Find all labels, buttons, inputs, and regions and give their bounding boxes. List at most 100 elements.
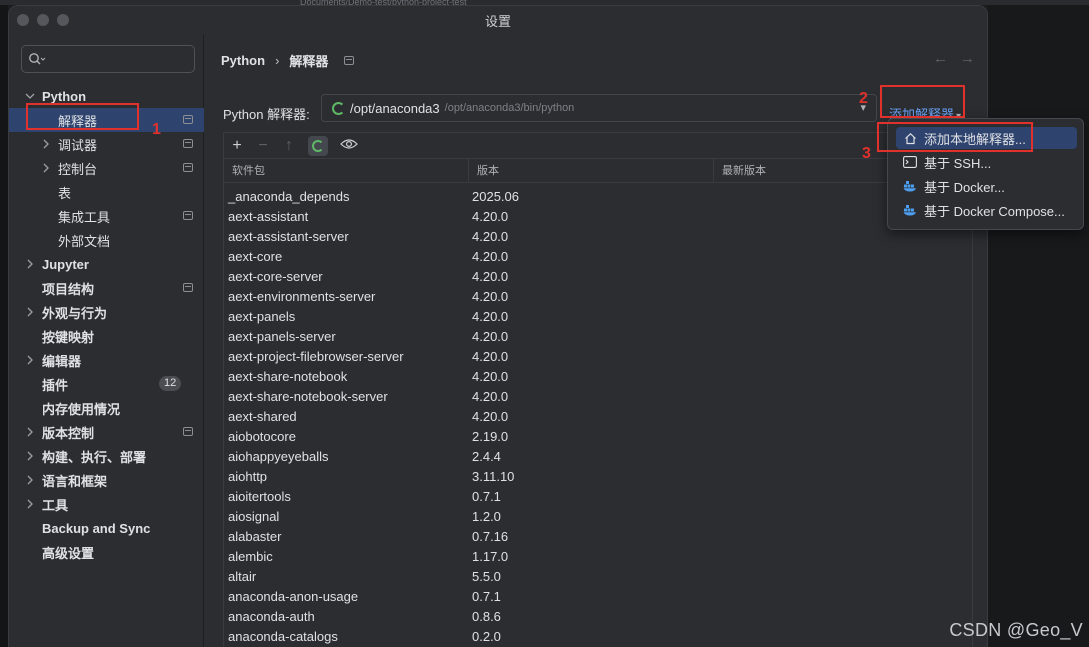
package-version: 0.7.16: [472, 529, 509, 544]
table-row[interactable]: anaconda-anon-usage 0.7.1: [224, 587, 972, 607]
package-version: 4.20.0: [472, 349, 509, 364]
table-row[interactable]: _anaconda_depends 2025.06: [224, 187, 972, 207]
refresh-spinner-icon[interactable]: [308, 135, 328, 156]
package-version: 4.20.0: [472, 409, 509, 424]
nav-label: 外部文档: [58, 233, 111, 249]
add-package-icon[interactable]: +: [230, 137, 244, 154]
breadcrumb: Python › 解释器: [221, 51, 355, 70]
packages-table-body: _anaconda_depends 2025.06 aext-assistant 4.…: [224, 183, 972, 647]
chevron-right-icon[interactable]: [24, 426, 36, 438]
column-version[interactable]: 版本: [469, 159, 714, 182]
nav-label: 按键映射: [42, 329, 95, 345]
table-row[interactable]: aioitertools 0.7.1: [224, 487, 972, 507]
annotation-box-interpreter: [26, 103, 139, 130]
remove-package-icon[interactable]: −: [256, 137, 270, 154]
table-row[interactable]: aext-share-notebook-server 4.20.0: [224, 387, 972, 407]
package-version: 4.20.0: [472, 329, 509, 344]
chevron-right-icon[interactable]: [24, 498, 36, 510]
plugins-count-badge: 12: [159, 376, 182, 391]
chevron-right-icon[interactable]: [24, 450, 36, 462]
nav-memory-usage[interactable]: 内存使用情况: [9, 396, 204, 420]
menu-item-docker-compose[interactable]: 基于 Docker Compose...: [896, 199, 1077, 221]
table-row[interactable]: aext-assistant 4.20.0: [224, 207, 972, 227]
terminal-icon: [902, 154, 918, 170]
package-version: 1.17.0: [472, 549, 509, 564]
chevron-right-icon[interactable]: [24, 474, 36, 486]
table-row[interactable]: anaconda-catalogs 0.2.0: [224, 627, 972, 647]
nav-keymap[interactable]: 按键映射: [9, 324, 204, 348]
nav-project-structure[interactable]: 项目结构: [9, 276, 204, 300]
nav-tables[interactable]: 表: [9, 180, 204, 204]
project-scope-icon: [183, 139, 193, 148]
breadcrumb-current: 解释器: [289, 54, 329, 69]
table-row[interactable]: aext-panels-server 4.20.0: [224, 327, 972, 347]
breadcrumb-parent[interactable]: Python: [221, 53, 265, 68]
table-row[interactable]: altair 5.5.0: [224, 567, 972, 587]
nav-console[interactable]: 控制台: [9, 156, 204, 180]
chevron-right-icon[interactable]: [40, 138, 52, 150]
menu-item-ssh[interactable]: 基于 SSH...: [896, 151, 1077, 173]
show-early-releases-eye-icon[interactable]: [340, 137, 358, 154]
menu-item-label: 基于 Docker...: [924, 179, 1005, 195]
packages-table-header: 软件包 版本 最新版本: [224, 159, 972, 183]
package-name: aiohappyeyeballs: [228, 449, 329, 464]
table-row[interactable]: aext-shared 4.20.0: [224, 407, 972, 427]
history-nav: ← →: [933, 50, 975, 67]
settings-main-panel: Python › 解释器 ← → Python 解释器: /opt/anacon…: [205, 34, 987, 647]
chevron-down-icon[interactable]: [24, 90, 36, 102]
annotation-number-1: 1: [152, 121, 161, 138]
table-row[interactable]: aext-assistant-server 4.20.0: [224, 227, 972, 247]
zoom-window-button[interactable]: [57, 14, 69, 26]
nav-version-control[interactable]: 版本控制: [9, 420, 204, 444]
table-row[interactable]: aiosignal 1.2.0: [224, 507, 972, 527]
table-row[interactable]: aiobotocore 2.19.0: [224, 427, 972, 447]
chevron-right-icon[interactable]: [40, 162, 52, 174]
window-title: 设置: [484, 13, 511, 29]
nav-appearance[interactable]: 外观与行为: [9, 300, 204, 324]
nav-editor[interactable]: 编辑器: [9, 348, 204, 372]
table-row[interactable]: aext-core-server 4.20.0: [224, 267, 972, 287]
nav-languages-frameworks[interactable]: 语言和框架: [9, 468, 204, 492]
chevron-right-icon[interactable]: [24, 306, 36, 318]
package-name: alabaster: [228, 529, 282, 544]
package-version: 3.11.10: [472, 469, 515, 484]
table-row[interactable]: alembic 1.17.0: [224, 547, 972, 567]
project-scope-icon: [183, 163, 193, 172]
package-version: 4.20.0: [472, 269, 509, 284]
search-icon: [29, 53, 46, 65]
close-window-button[interactable]: [17, 14, 29, 26]
chevron-right-icon[interactable]: [24, 354, 36, 366]
package-version: 0.7.1: [472, 489, 501, 504]
nav-jupyter[interactable]: Jupyter: [9, 252, 204, 276]
column-package[interactable]: 软件包: [224, 159, 469, 182]
nav-backup-sync[interactable]: Backup and Sync: [9, 516, 204, 540]
upgrade-package-icon[interactable]: ↑: [282, 137, 296, 154]
settings-search-input[interactable]: [21, 45, 195, 73]
interpreter-select[interactable]: /opt/anaconda3 /opt/anaconda3/bin/python…: [321, 94, 877, 122]
table-row[interactable]: aext-panels 4.20.0: [224, 307, 972, 327]
docker-icon: [902, 178, 918, 194]
nav-tools[interactable]: 工具: [9, 492, 204, 516]
package-name: aext-environments-server: [228, 289, 376, 304]
chevron-right-icon[interactable]: [24, 258, 36, 270]
menu-item-docker[interactable]: 基于 Docker...: [896, 175, 1077, 197]
table-row[interactable]: aiohappyeyeballs 2.4.4: [224, 447, 972, 467]
nav-debugger[interactable]: 调试器: [9, 132, 204, 156]
table-row[interactable]: aext-environments-server 4.20.0: [224, 287, 972, 307]
table-row[interactable]: aext-core 4.20.0: [224, 247, 972, 267]
back-arrow-icon[interactable]: ←: [933, 50, 948, 67]
nav-integrated-tools[interactable]: 集成工具: [9, 204, 204, 228]
table-row[interactable]: alabaster 0.7.16: [224, 527, 972, 547]
package-name: aext-panels-server: [228, 329, 336, 344]
package-version: 5.5.0: [472, 569, 501, 584]
table-row[interactable]: aext-project-filebrowser-server 4.20.0: [224, 347, 972, 367]
nav-external-docs[interactable]: 外部文档: [9, 228, 204, 252]
minimize-window-button[interactable]: [37, 14, 49, 26]
nav-plugins[interactable]: 插件 12: [9, 372, 204, 396]
nav-build-execution-deployment[interactable]: 构建、执行、部署: [9, 444, 204, 468]
table-row[interactable]: aext-share-notebook 4.20.0: [224, 367, 972, 387]
nav-advanced-settings[interactable]: 高级设置: [9, 540, 204, 564]
forward-arrow-icon[interactable]: →: [960, 50, 975, 67]
table-row[interactable]: aiohttp 3.11.10: [224, 467, 972, 487]
table-row[interactable]: anaconda-auth 0.8.6: [224, 607, 972, 627]
